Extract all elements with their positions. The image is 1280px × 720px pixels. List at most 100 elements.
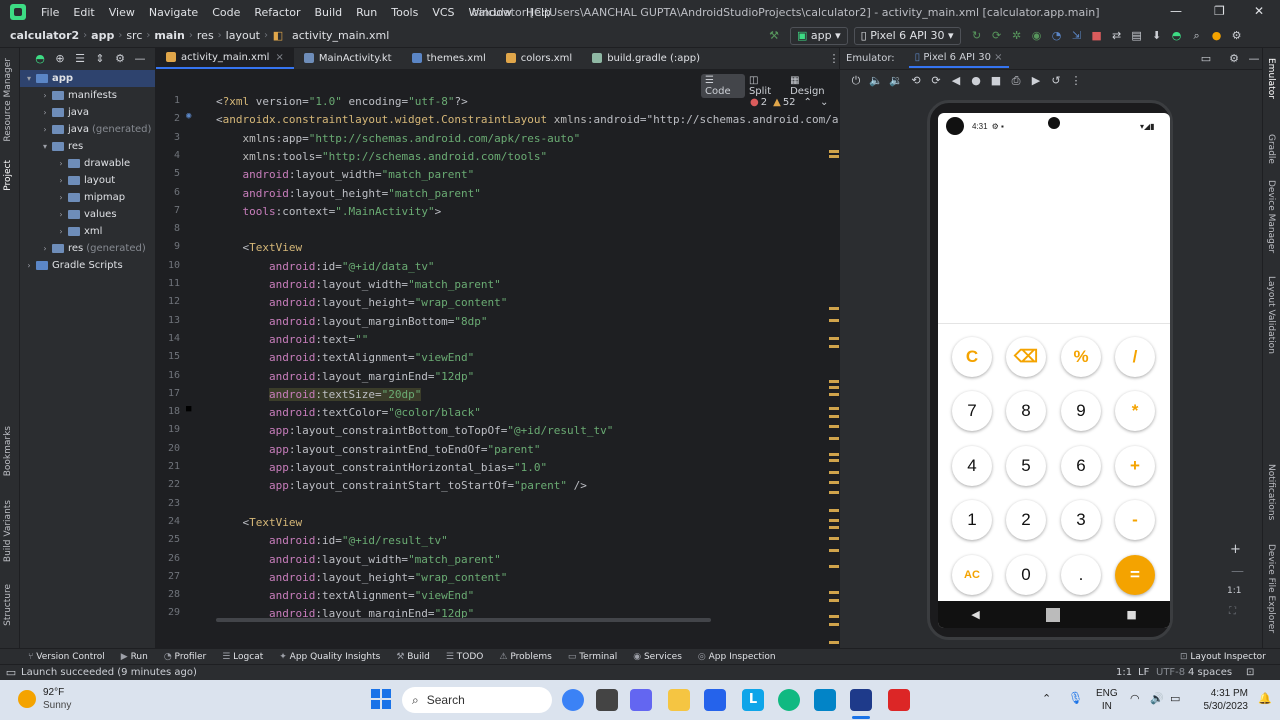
status-panel-icon[interactable]: ▭: [4, 666, 18, 680]
rotate-left-icon[interactable]: ⟲: [909, 74, 923, 88]
volume-up-icon[interactable]: 🔈: [869, 74, 883, 88]
breadcrumb-item[interactable]: calculator2: [6, 29, 83, 42]
chevron-right-icon[interactable]: ›: [40, 91, 50, 100]
code-line[interactable]: android:text="": [216, 333, 368, 346]
indent-setting[interactable]: 4 spaces: [1188, 667, 1232, 678]
build-variants-tab[interactable]: Build Variants: [3, 500, 13, 562]
tool-tab-terminal[interactable]: ▭ Terminal: [560, 652, 625, 662]
tool-tab-app-quality-insights[interactable]: ✦ App Quality Insights: [271, 652, 388, 662]
chevron-right-icon[interactable]: ›: [56, 176, 66, 185]
warning-stripe-marker[interactable]: [829, 481, 839, 484]
menu-navigate[interactable]: Navigate: [142, 6, 205, 19]
tree-item[interactable]: ▾ app: [20, 70, 155, 87]
bookmarks-tab[interactable]: Bookmarks: [3, 426, 13, 476]
calc-key[interactable]: *: [1115, 391, 1155, 431]
menu-run[interactable]: Run: [349, 6, 384, 19]
code-line[interactable]: app:layout_constraintEnd_toEndOf="parent…: [216, 443, 541, 456]
apply-changes-icon[interactable]: ⟳: [990, 29, 1004, 43]
device-dropdown[interactable]: ▯ Pixel 6 API 30 ▾: [853, 27, 961, 45]
emulator-device-tab[interactable]: ▯ Pixel 6 API 30 ×: [908, 49, 1009, 68]
device-manager-tab[interactable]: Device Manager: [1266, 180, 1276, 253]
tab-themes-xml[interactable]: themes.xml: [402, 47, 496, 69]
gradle-tab[interactable]: Gradle: [1266, 134, 1276, 164]
code-line[interactable]: android:layout_height="wrap_content": [216, 296, 507, 309]
android-icon[interactable]: ◓: [1170, 29, 1184, 43]
warning-stripe-marker[interactable]: [829, 623, 839, 626]
zoom-level[interactable]: 1:1: [1227, 586, 1241, 596]
calc-key[interactable]: 9: [1061, 391, 1101, 431]
code-line[interactable]: android:layout_height="wrap_content": [216, 571, 507, 584]
calc-key[interactable]: .: [1061, 555, 1101, 595]
collapse-all-icon[interactable]: ☰: [73, 52, 87, 66]
tab-mainactivity-kt[interactable]: MainActivity.kt: [294, 47, 402, 69]
warning-stripe-marker[interactable]: [829, 407, 839, 410]
project-tab[interactable]: Project: [3, 160, 13, 191]
android-view-icon[interactable]: ◓: [33, 52, 47, 66]
zoom-out-icon[interactable]: —: [1231, 564, 1244, 579]
code-line[interactable]: <TextView: [216, 516, 302, 529]
warning-stripe-marker[interactable]: [829, 150, 839, 153]
warning-stripe-marker[interactable]: [829, 415, 839, 418]
menu-tools[interactable]: Tools: [384, 6, 425, 19]
warning-stripe-marker[interactable]: [829, 537, 839, 540]
warning-stripe-marker[interactable]: [829, 345, 839, 348]
wifi-icon[interactable]: ◠: [1130, 692, 1140, 705]
run-with-coverage-icon[interactable]: ◉: [1030, 29, 1044, 43]
sync-icon[interactable]: ⇄: [1110, 29, 1124, 43]
code-line[interactable]: tools:context=".MainActivity">: [216, 205, 442, 218]
resource-manager-tab[interactable]: Resource Manager: [3, 58, 13, 142]
microphone-icon[interactable]: 🎙: [1068, 691, 1083, 705]
phone-screen[interactable]: 4:31 ⚙ ▪ ▾◢▮ C ⌫% / 7 8 9 * 4 5 6 +1 2 3- AC 0. = ◀ ■: [938, 113, 1170, 628]
chevron-right-icon[interactable]: ›: [40, 108, 50, 117]
code-line[interactable]: android:layout_width="match_parent": [216, 168, 475, 181]
weather-widget[interactable]: 92°F Sunny: [43, 686, 71, 712]
maximize-icon[interactable]: ❐: [1214, 4, 1225, 18]
tree-item[interactable]: › java: [20, 104, 155, 121]
emulator-settings-gear-icon[interactable]: ⚙: [1227, 52, 1241, 66]
warning-stripe-marker[interactable]: [829, 307, 839, 310]
calc-key[interactable]: AC: [952, 555, 992, 595]
screenshot-icon[interactable]: ⎙: [1009, 74, 1023, 88]
language-indicator[interactable]: ENG IN: [1096, 687, 1118, 713]
tool-tab-version-control[interactable]: ⑂ Version Control: [20, 652, 113, 662]
tool-tab-profiler[interactable]: ◔ Profiler: [156, 652, 214, 662]
microsoft-store-icon[interactable]: [704, 689, 726, 711]
backspace-icon[interactable]: ⌫: [1006, 337, 1046, 377]
debug-icon[interactable]: ✲: [1010, 29, 1024, 43]
calc-key[interactable]: -: [1115, 500, 1155, 540]
warning-stripe-marker[interactable]: [829, 337, 839, 340]
tool-tab-logcat[interactable]: ☰ Logcat: [214, 652, 271, 662]
calc-key[interactable]: =: [1115, 555, 1155, 595]
tool-tab-services[interactable]: ◉ Services: [625, 652, 690, 662]
back-icon[interactable]: ◀: [949, 74, 963, 88]
battery-icon[interactable]: ▭: [1170, 692, 1180, 705]
menu-refactor[interactable]: Refactor: [247, 6, 307, 19]
search-icon[interactable]: ⌕: [1190, 29, 1204, 43]
close-icon[interactable]: ✕: [1254, 4, 1264, 18]
tree-item[interactable]: › res (generated): [20, 240, 155, 257]
tree-item[interactable]: › layout: [20, 172, 155, 189]
chevron-right-icon[interactable]: ›: [56, 227, 66, 236]
hide-panel-icon[interactable]: —: [133, 52, 147, 66]
warning-stripe-marker[interactable]: [829, 459, 839, 462]
tool-tab-app-inspection[interactable]: ◎ App Inspection: [690, 652, 784, 662]
calc-key[interactable]: 5: [1006, 446, 1046, 486]
breadcrumb-item[interactable]: src: [122, 29, 146, 42]
tool-tab-build[interactable]: ⚒ Build: [388, 652, 438, 662]
calc-key[interactable]: %: [1061, 337, 1101, 377]
attach-debugger-icon[interactable]: ⇲: [1070, 29, 1084, 43]
calc-key[interactable]: 2: [1006, 500, 1046, 540]
calc-key[interactable]: /: [1115, 337, 1155, 377]
power-icon[interactable]: ⏻: [849, 74, 863, 88]
warning-stripe-marker[interactable]: [829, 471, 839, 474]
menu-edit[interactable]: Edit: [66, 6, 101, 19]
stop-icon[interactable]: ■: [1090, 29, 1104, 43]
more-options-icon[interactable]: ⋮: [1069, 74, 1083, 88]
rotate-right-icon[interactable]: ⟳: [929, 74, 943, 88]
warning-stripe-marker[interactable]: [829, 509, 839, 512]
warning-stripe-marker[interactable]: [829, 425, 839, 428]
options-gear-icon[interactable]: ⚙: [113, 52, 127, 66]
code-line[interactable]: android:textColor="@color/black": [216, 406, 481, 419]
nav-back-icon[interactable]: ◀: [971, 608, 979, 621]
sdk-manager-icon[interactable]: ⬇: [1150, 29, 1164, 43]
